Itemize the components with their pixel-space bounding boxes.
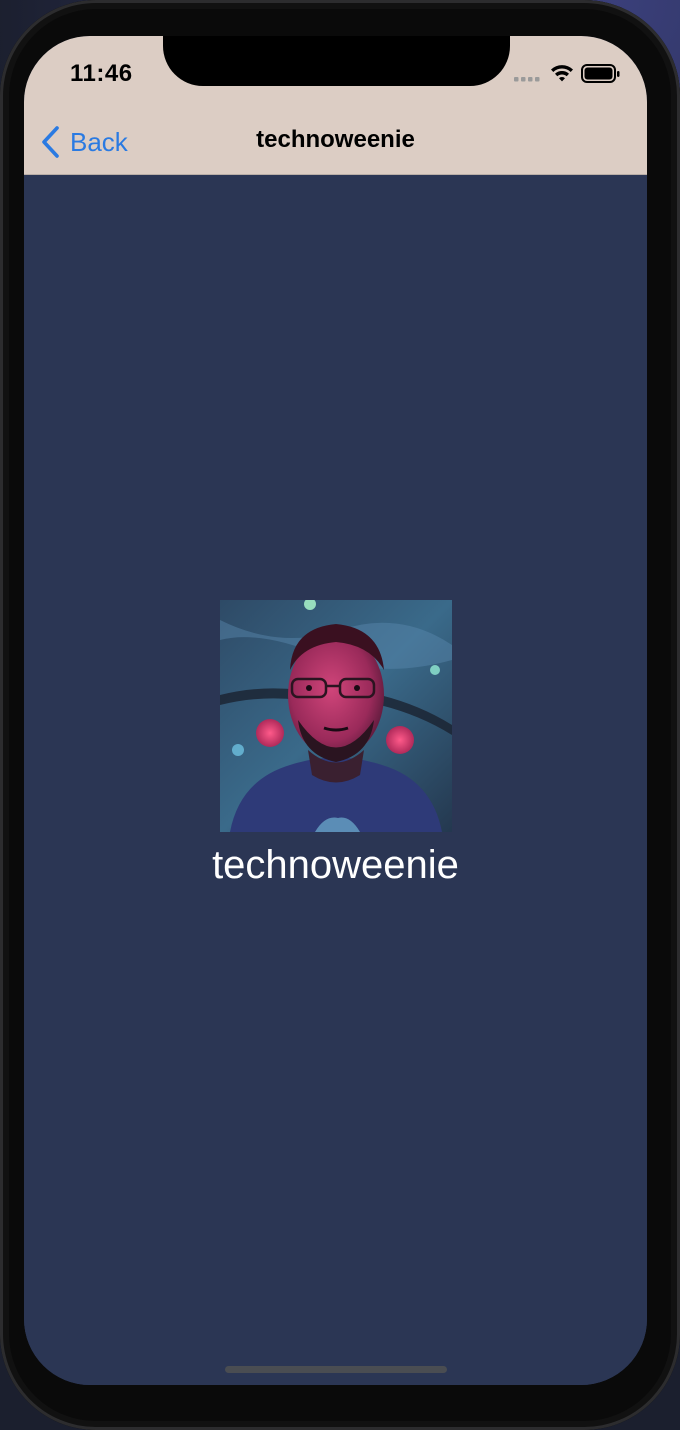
device-notch [163, 36, 510, 86]
status-bar-time: 11:46 [70, 60, 133, 87]
cellular-signal-icon [514, 77, 540, 82]
battery-icon [581, 64, 620, 83]
status-bar-icons [512, 62, 622, 86]
navigation-bar: 11:46 Back technoweenie [24, 36, 647, 175]
page-title: technoweenie [256, 126, 415, 153]
phone-device-frame: 11:46 Back technoweenie technoweenie [0, 0, 680, 1430]
home-indicator[interactable] [225, 1366, 447, 1373]
profile-username: technoweenie [212, 843, 459, 887]
user-avatar-photo [220, 598, 452, 832]
phone-screen: 11:46 Back technoweenie technoweenie [24, 36, 647, 1385]
wifi-icon [551, 65, 573, 82]
avatar [220, 598, 452, 832]
profile-content: technoweenie [24, 175, 647, 1385]
